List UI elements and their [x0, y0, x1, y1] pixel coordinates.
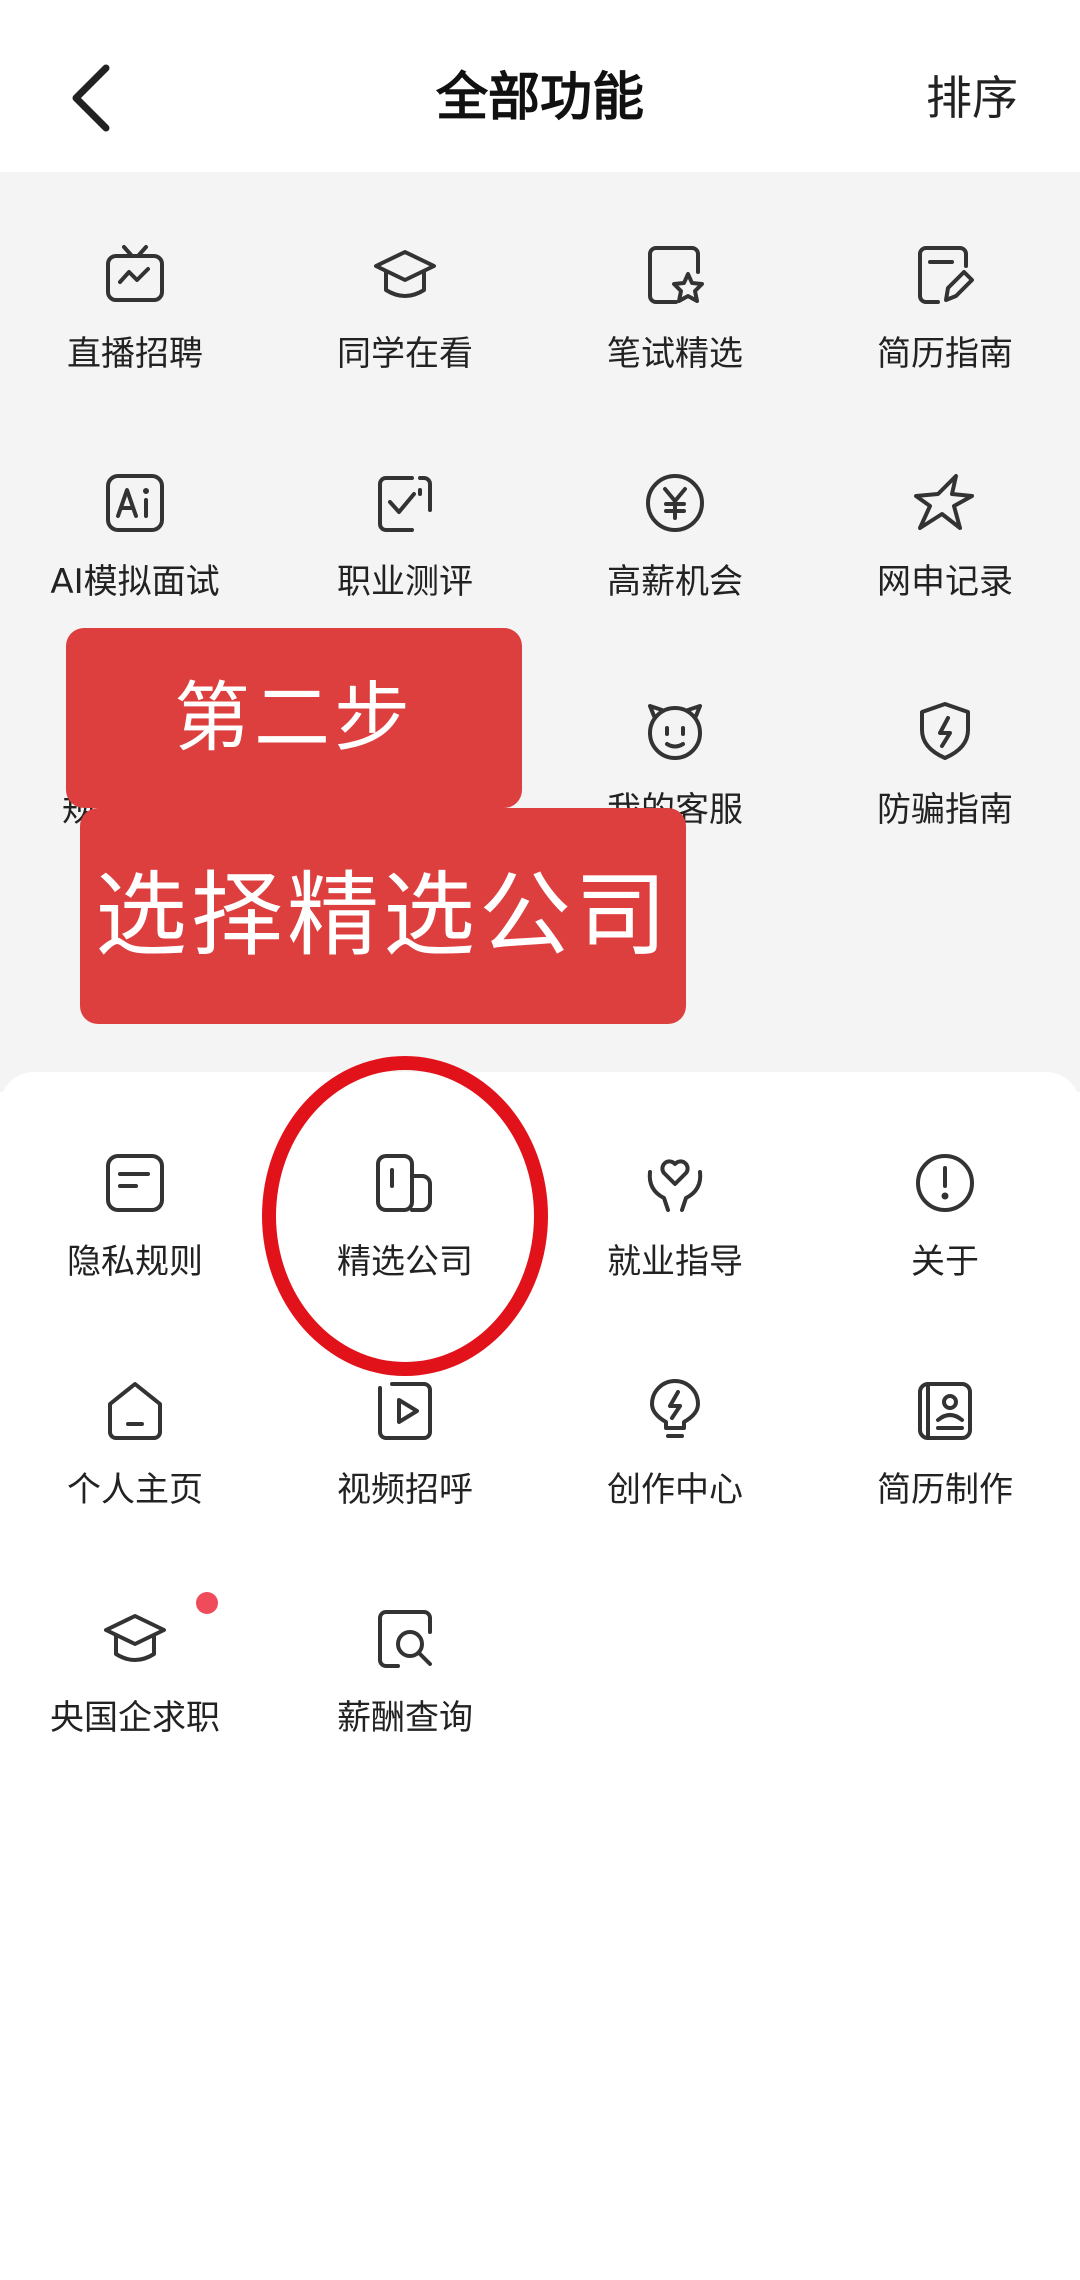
video-play-icon [378, 1382, 432, 1440]
tutorial-step-label: 第二步 [66, 628, 522, 808]
function-item-resume-builder[interactable]: 简历制作 [810, 1378, 1080, 1606]
function-label: 网申记录 [877, 562, 1013, 602]
function-item-written-test[interactable]: 笔试精选 [540, 242, 810, 470]
function-item-personal-homepage[interactable]: 个人主页 [0, 1378, 270, 1606]
yen-circle-icon [646, 474, 704, 532]
sort-button[interactable]: 排序 [926, 66, 1018, 130]
function-item-video-greeting[interactable]: 视频招呼 [270, 1378, 540, 1606]
function-label: 高薪机会 [607, 562, 743, 602]
customer-service-icon [648, 704, 702, 760]
function-item-application-record[interactable]: 网申记录 [810, 470, 1080, 698]
graduation-cap-icon [104, 1614, 166, 1662]
function-label: 关于 [911, 1242, 979, 1282]
notification-badge [196, 1592, 218, 1614]
function-label: 防骗指南 [877, 790, 1013, 830]
function-item-anti-fraud[interactable]: 防骗指南 [810, 698, 1080, 926]
star-document-icon [648, 246, 704, 304]
function-label: 直播招聘 [67, 334, 203, 374]
function-label: 就业指导 [607, 1242, 743, 1282]
info-circle-icon [916, 1154, 974, 1212]
function-item-high-salary[interactable]: 高薪机会 [540, 470, 810, 698]
function-label: 职业测评 [337, 562, 473, 602]
function-label: 视频招呼 [337, 1470, 473, 1510]
lightbulb-icon [650, 1379, 700, 1438]
function-item-about[interactable]: 关于 [810, 1150, 1080, 1378]
function-label: 央国企求职 [50, 1698, 220, 1738]
function-label: 创作中心 [607, 1470, 743, 1510]
function-item-career-guidance[interactable]: 就业指导 [540, 1150, 810, 1378]
heart-hands-icon [647, 1159, 703, 1212]
function-label: 个人主页 [67, 1470, 203, 1510]
function-item-live-recruiting[interactable]: 直播招聘 [0, 242, 270, 470]
function-label: 同学在看 [337, 334, 473, 374]
ai-box-icon [106, 474, 164, 532]
home-icon [108, 1382, 162, 1440]
check-document-icon [378, 476, 432, 532]
function-label: 笔试精选 [607, 334, 743, 374]
function-item-soe-jobs[interactable]: 央国企求职 [0, 1592, 270, 1834]
pen-document-icon [918, 246, 974, 304]
graduation-cap-icon [374, 250, 436, 298]
star-icon [914, 474, 974, 530]
function-item-salary-query[interactable]: 薪酬查询 [270, 1606, 540, 1834]
function-label: 隐私规则 [67, 1242, 203, 1282]
function-label: 简历指南 [877, 334, 1013, 374]
function-item-creation-center[interactable]: 创作中心 [540, 1378, 810, 1606]
shield-lightning-icon [920, 702, 970, 760]
app-header: 全部功能 排序 [0, 0, 1080, 172]
live-tv-icon [106, 245, 164, 302]
function-item-privacy-rules[interactable]: 隐私规则 [0, 1150, 270, 1378]
document-lines-icon [106, 1154, 164, 1212]
function-label: 薪酬查询 [337, 1698, 473, 1738]
id-card-icon [918, 1382, 972, 1440]
page-title: 全部功能 [435, 68, 644, 128]
search-document-icon [378, 1610, 432, 1668]
function-label: AI模拟面试 [50, 562, 220, 602]
function-item-classmates-watching[interactable]: 同学在看 [270, 242, 540, 470]
tutorial-instruction-label: 选择精选公司 [80, 808, 686, 1024]
highlight-circle [262, 1056, 548, 1376]
function-item-resume-guide[interactable]: 简历指南 [810, 242, 1080, 470]
function-label: 简历制作 [877, 1470, 1013, 1510]
